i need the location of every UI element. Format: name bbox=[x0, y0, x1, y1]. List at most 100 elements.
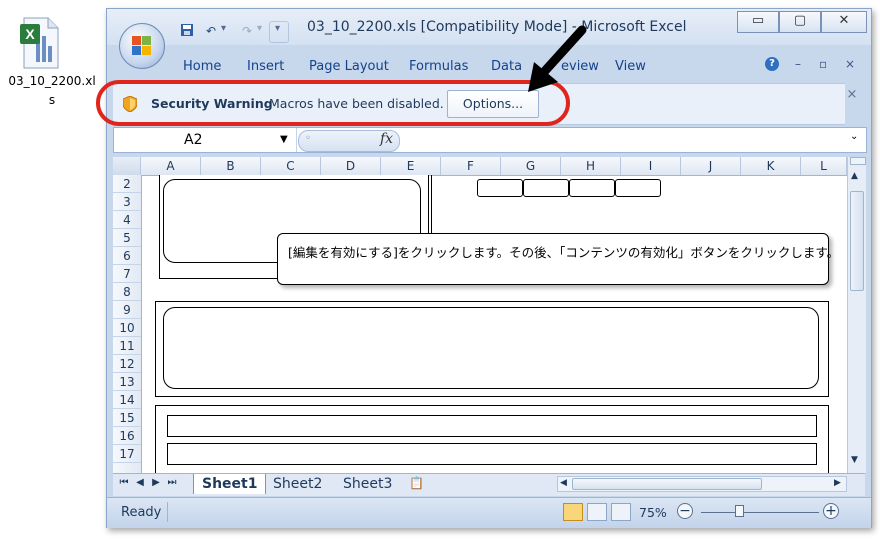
input-box[interactable] bbox=[167, 415, 817, 437]
undo-icon[interactable]: ↶ bbox=[203, 23, 219, 39]
column-header[interactable]: F bbox=[441, 157, 501, 175]
row-header[interactable]: 4 bbox=[113, 211, 141, 229]
minimize-button[interactable]: ▭ bbox=[737, 11, 779, 33]
hscroll-thumb[interactable] bbox=[572, 478, 762, 490]
ribbon-minimize-icon[interactable]: – bbox=[795, 57, 801, 71]
scroll-down-icon[interactable]: ▼ bbox=[851, 455, 858, 465]
column-header[interactable]: A bbox=[141, 157, 201, 175]
row-header[interactable]: 14 bbox=[113, 391, 141, 409]
row-header[interactable]: 6 bbox=[113, 247, 141, 265]
last-sheet-icon[interactable]: ⏭ bbox=[165, 477, 179, 488]
tab-sheet3[interactable]: Sheet3 bbox=[335, 474, 400, 494]
row-header[interactable]: 2 bbox=[113, 175, 141, 193]
help-icon[interactable]: ? bbox=[765, 57, 779, 71]
zoom-slider-track[interactable] bbox=[701, 512, 819, 513]
tab-view[interactable]: View bbox=[615, 59, 646, 74]
ribbon-restore-icon[interactable]: ▫ bbox=[819, 57, 827, 71]
scroll-left-icon[interactable]: ◀ bbox=[560, 478, 567, 488]
small-box[interactable] bbox=[523, 179, 569, 197]
small-box[interactable] bbox=[615, 179, 661, 197]
maximize-button[interactable]: ▢ bbox=[779, 11, 821, 33]
ribbon-close-icon[interactable]: × bbox=[845, 57, 855, 71]
column-header[interactable]: D bbox=[321, 157, 381, 175]
zoom-slider-thumb[interactable] bbox=[735, 505, 744, 517]
select-all-corner[interactable] bbox=[113, 157, 141, 175]
tab-data[interactable]: Data bbox=[491, 59, 522, 74]
row-header[interactable]: 13 bbox=[113, 373, 141, 391]
name-box-dropdown-icon[interactable]: ▼ bbox=[280, 134, 290, 145]
redo-dropdown-icon[interactable]: ▾ bbox=[257, 23, 262, 34]
horizontal-scrollbar[interactable]: ◀ ▶ bbox=[557, 476, 847, 492]
tab-sheet1[interactable]: Sheet1 bbox=[193, 474, 267, 494]
first-sheet-icon[interactable]: ⏮ bbox=[117, 477, 131, 488]
rounded-shape[interactable] bbox=[163, 307, 819, 389]
row-header[interactable]: 17 bbox=[113, 445, 141, 463]
column-header[interactable]: B bbox=[201, 157, 261, 175]
column-headers: A B C D E F G H I J K L bbox=[113, 157, 847, 176]
scroll-up-icon[interactable]: ▲ bbox=[851, 171, 858, 181]
scroll-right-icon[interactable]: ▶ bbox=[834, 478, 841, 488]
close-button[interactable]: ✕ bbox=[821, 11, 867, 33]
row-header[interactable]: 16 bbox=[113, 427, 141, 445]
name-box-value: A2 bbox=[184, 132, 203, 148]
redo-icon[interactable]: ↷ bbox=[239, 23, 255, 39]
tab-insert[interactable]: Insert bbox=[247, 59, 284, 74]
expand-formula-bar-icon[interactable]: ⌄ bbox=[850, 131, 864, 147]
vertical-scrollbar[interactable]: ▲ ▼ bbox=[847, 157, 866, 473]
save-icon[interactable] bbox=[179, 23, 195, 39]
row-header[interactable]: 5 bbox=[113, 229, 141, 247]
insert-sheet-icon[interactable]: 📋 bbox=[409, 476, 427, 492]
small-box[interactable] bbox=[477, 179, 523, 197]
row-header[interactable]: 8 bbox=[113, 283, 141, 301]
status-bar: Ready 75% − + bbox=[107, 497, 871, 528]
column-header[interactable]: K bbox=[741, 157, 801, 175]
page-layout-view-icon[interactable] bbox=[587, 503, 607, 521]
column-header[interactable]: G bbox=[501, 157, 561, 175]
formula-resize-icon[interactable]: ◦ bbox=[305, 133, 311, 144]
column-header[interactable]: H bbox=[561, 157, 621, 175]
row-header[interactable]: 12 bbox=[113, 355, 141, 373]
column-header[interactable]: E bbox=[381, 157, 441, 175]
row-header[interactable]: 7 bbox=[113, 265, 141, 283]
column-header[interactable]: I bbox=[621, 157, 681, 175]
row-headers: 2 3 4 5 6 7 8 9 10 11 12 13 14 15 16 17 bbox=[113, 175, 142, 473]
pointer-arrow-icon bbox=[528, 25, 587, 92]
excel-file-icon: X bbox=[20, 17, 59, 69]
name-box[interactable]: A2 ▼ bbox=[114, 128, 297, 152]
tab-page-layout[interactable]: Page Layout bbox=[309, 59, 389, 74]
row-header[interactable]: 10 bbox=[113, 319, 141, 337]
next-sheet-icon[interactable]: ▶ bbox=[149, 477, 163, 488]
zoom-level[interactable]: 75% bbox=[639, 505, 667, 520]
row-header[interactable]: 11 bbox=[113, 337, 141, 355]
scroll-thumb[interactable] bbox=[850, 191, 864, 291]
zoom-in-icon[interactable]: + bbox=[823, 503, 839, 519]
tab-home[interactable]: Home bbox=[183, 59, 221, 74]
split-box[interactable] bbox=[850, 157, 866, 165]
column-header[interactable]: L bbox=[801, 157, 847, 175]
row-header[interactable]: 3 bbox=[113, 193, 141, 211]
undo-dropdown-icon[interactable]: ▾ bbox=[221, 23, 226, 34]
column-header[interactable]: J bbox=[681, 157, 741, 175]
column-header[interactable]: C bbox=[261, 157, 321, 175]
input-box[interactable] bbox=[167, 443, 817, 465]
svg-text:X: X bbox=[25, 26, 35, 42]
row-header[interactable]: 9 bbox=[113, 301, 141, 319]
small-box[interactable] bbox=[569, 179, 615, 197]
zoom-out-icon[interactable]: − bbox=[677, 503, 693, 519]
instruction-callout: [編集を有効にする]をクリックします。その後、「コンテンツの有効化」ボタンをクリ… bbox=[277, 233, 839, 285]
sheet-tabs-bar: ⏮ ◀ ▶ ⏭ Sheet1 Sheet2 Sheet3 📋 ◀ ▶ bbox=[113, 473, 865, 496]
status-text: Ready bbox=[121, 505, 162, 520]
prev-sheet-icon[interactable]: ◀ bbox=[133, 477, 147, 488]
normal-view-icon[interactable] bbox=[563, 503, 583, 521]
tab-formulas[interactable]: Formulas bbox=[409, 59, 468, 74]
desktop-file-label: 03_10_2200.xl s bbox=[8, 74, 96, 107]
worksheet-grid[interactable]: A B C D E F G H I J K L 2 3 4 5 6 7 8 9 … bbox=[113, 157, 847, 473]
insert-function-icon[interactable]: fx bbox=[380, 131, 393, 147]
tab-sheet2[interactable]: Sheet2 bbox=[265, 474, 330, 494]
qat-frame bbox=[269, 21, 289, 43]
highlight-ring bbox=[96, 80, 570, 126]
ribbon-tabs: Home Insert Page Layout Formulas Data ev… bbox=[107, 55, 871, 79]
security-bar-close-icon[interactable]: × bbox=[845, 87, 859, 102]
page-break-view-icon[interactable] bbox=[611, 503, 631, 521]
row-header[interactable]: 15 bbox=[113, 409, 141, 427]
